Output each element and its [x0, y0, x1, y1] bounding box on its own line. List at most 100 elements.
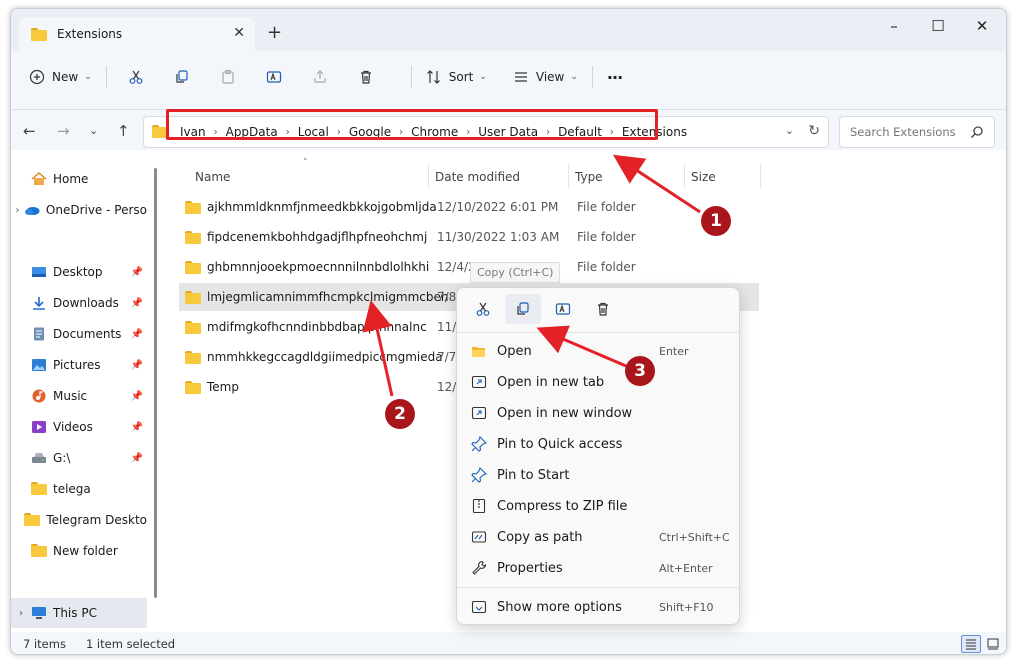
menu-label: Open in new window [497, 405, 633, 421]
menu-item-open[interactable]: Open Enter [457, 336, 739, 366]
paste-button[interactable] [213, 62, 243, 92]
home-icon [31, 172, 47, 185]
back-arrow-icon[interactable]: ← [23, 122, 36, 140]
ctx-copy-button[interactable] [505, 294, 541, 324]
table-row[interactable]: fipdcenemkbohhdgadjflhpfneohchmj 11/30/2… [179, 223, 759, 251]
chevron-right-icon[interactable]: › [11, 205, 24, 216]
column-divider[interactable] [684, 164, 685, 188]
pin-icon[interactable]: 📌 [131, 422, 143, 433]
sidebar-item-videos[interactable]: Videos 📌 [11, 414, 147, 440]
sidebar-item-pictures[interactable]: Pictures 📌 [11, 352, 147, 378]
share-button[interactable] [305, 62, 335, 92]
sidebar-item-desktop[interactable]: Desktop 📌 [11, 259, 147, 285]
tab-extensions[interactable]: Extensions ✕ [19, 17, 255, 51]
tab-bar: Extensions ✕ + – ☐ ✕ [11, 9, 1006, 51]
divider [410, 66, 412, 88]
column-divider[interactable] [760, 164, 761, 188]
documents-icon [34, 327, 44, 341]
tiles-view-icon [987, 638, 999, 650]
sidebar-item-label: New folder [53, 544, 118, 558]
search-box[interactable] [839, 116, 995, 148]
pin-icon[interactable]: 📌 [131, 267, 143, 278]
zip-icon [472, 498, 486, 514]
annotation-badge-2: 2 [385, 399, 415, 429]
menu-item-pin-quick-access[interactable]: Pin to Quick access [457, 429, 739, 459]
sidebar-item-g-drive[interactable]: G:\ 📌 [11, 445, 147, 471]
rename-button[interactable] [259, 62, 289, 92]
tiles-view-button[interactable] [983, 635, 1003, 653]
column-header-date[interactable]: Date modified [435, 164, 520, 190]
menu-item-copy-path[interactable]: Copy as path Ctrl+Shift+C [457, 522, 739, 552]
column-divider[interactable] [568, 164, 569, 188]
sidebar-item-downloads[interactable]: Downloads 📌 [11, 290, 147, 316]
sidebar-item-new-folder[interactable]: New folder [11, 538, 147, 564]
folder-icon [31, 482, 47, 496]
folder-icon [185, 290, 201, 304]
menu-label: Properties [497, 560, 563, 576]
file-name: fipdcenemkbohhdgadjflhpfneohchmj [207, 230, 428, 244]
pin-icon[interactable]: 📌 [131, 360, 143, 371]
folder-icon [31, 27, 47, 41]
new-button[interactable]: New ⌄ [29, 62, 92, 92]
search-input[interactable] [850, 125, 960, 139]
sidebar-item-this-pc[interactable]: › This PC [11, 598, 147, 628]
ctx-delete-button[interactable] [585, 294, 621, 324]
maximize-button[interactable]: ☐ [923, 17, 953, 35]
folder-icon [185, 260, 201, 274]
pin-icon[interactable]: 📌 [131, 298, 143, 309]
more-button[interactable]: ··· [607, 62, 623, 92]
details-view-icon [966, 639, 976, 650]
sidebar-item-telegram-desktop[interactable]: Telegram Deskto [11, 507, 147, 533]
view-button[interactable]: View ⌄ [513, 62, 578, 92]
file-name: nmmhkkegccagdldgiimedpiccmgmieda [207, 350, 443, 364]
sidebar-item-home[interactable]: Home [11, 166, 147, 192]
up-arrow-icon[interactable]: ↑ [117, 122, 130, 140]
open-icon [472, 347, 485, 357]
column-header-type[interactable]: Type [575, 164, 603, 190]
new-tab-button[interactable]: + [267, 22, 282, 43]
close-window-button[interactable]: ✕ [967, 17, 997, 35]
chevron-down-icon: ⌄ [570, 72, 578, 82]
menu-item-open-new-window[interactable]: Open in new window [457, 398, 739, 428]
column-header-name[interactable]: Name [195, 164, 230, 190]
details-view-button[interactable] [961, 635, 981, 653]
sidebar-item-music[interactable]: Music 📌 [11, 383, 147, 409]
minimize-button[interactable]: – [879, 17, 909, 35]
pin-icon[interactable]: 📌 [131, 391, 143, 402]
refresh-icon[interactable]: ↻ [808, 123, 820, 139]
column-divider[interactable] [428, 164, 429, 188]
menu-item-show-more-options[interactable]: Show more options Shift+F10 [457, 592, 739, 622]
address-dropdown-icon[interactable]: ⌄ [785, 124, 794, 137]
menu-item-open-new-tab[interactable]: Open in new tab [457, 367, 739, 397]
sidebar-item-telega[interactable]: telega [11, 476, 147, 502]
ctx-rename-button[interactable] [545, 294, 581, 324]
divider [591, 66, 593, 88]
menu-item-compress-zip[interactable]: Compress to ZIP file [457, 491, 739, 521]
status-bar: 7 items 1 item selected [11, 632, 1006, 654]
forward-arrow-icon[interactable]: → [57, 122, 70, 140]
menu-divider [457, 332, 739, 333]
sidebar-item-onedrive[interactable]: › OneDrive - Perso [11, 197, 147, 223]
sort-button[interactable]: Sort ⌄ [426, 62, 487, 92]
downloads-icon [33, 297, 45, 310]
pin-icon[interactable]: 📌 [131, 453, 143, 464]
sidebar-scrollbar[interactable] [154, 168, 157, 598]
sidebar-item-documents[interactable]: Documents 📌 [11, 321, 147, 347]
properties-icon [472, 560, 487, 575]
scissors-icon [129, 70, 143, 84]
tab-close-icon[interactable]: ✕ [233, 25, 245, 41]
table-row[interactable]: ghbmnnjooekpmoecnnnilnnbdlolhkhi 12/4/20… [179, 253, 759, 281]
recent-chevron-icon[interactable]: ⌄ [89, 124, 98, 137]
pin-icon[interactable]: 📌 [131, 329, 143, 340]
menu-item-properties[interactable]: Properties Alt+Enter [457, 553, 739, 583]
cut-button[interactable] [121, 62, 151, 92]
ctx-cut-button[interactable] [465, 294, 501, 324]
column-header-size[interactable]: Size [691, 164, 716, 190]
menu-item-pin-start[interactable]: Pin to Start [457, 460, 739, 490]
copy-button[interactable] [167, 62, 197, 92]
chevron-right-icon[interactable]: › [11, 608, 31, 619]
table-row[interactable]: ajkhmmldknmfjnmeedkbkkojgobmljda 12/10/2… [179, 193, 759, 221]
sidebar-item-label: Pictures [53, 358, 101, 372]
this-pc-icon [32, 607, 46, 619]
delete-button[interactable] [351, 62, 381, 92]
